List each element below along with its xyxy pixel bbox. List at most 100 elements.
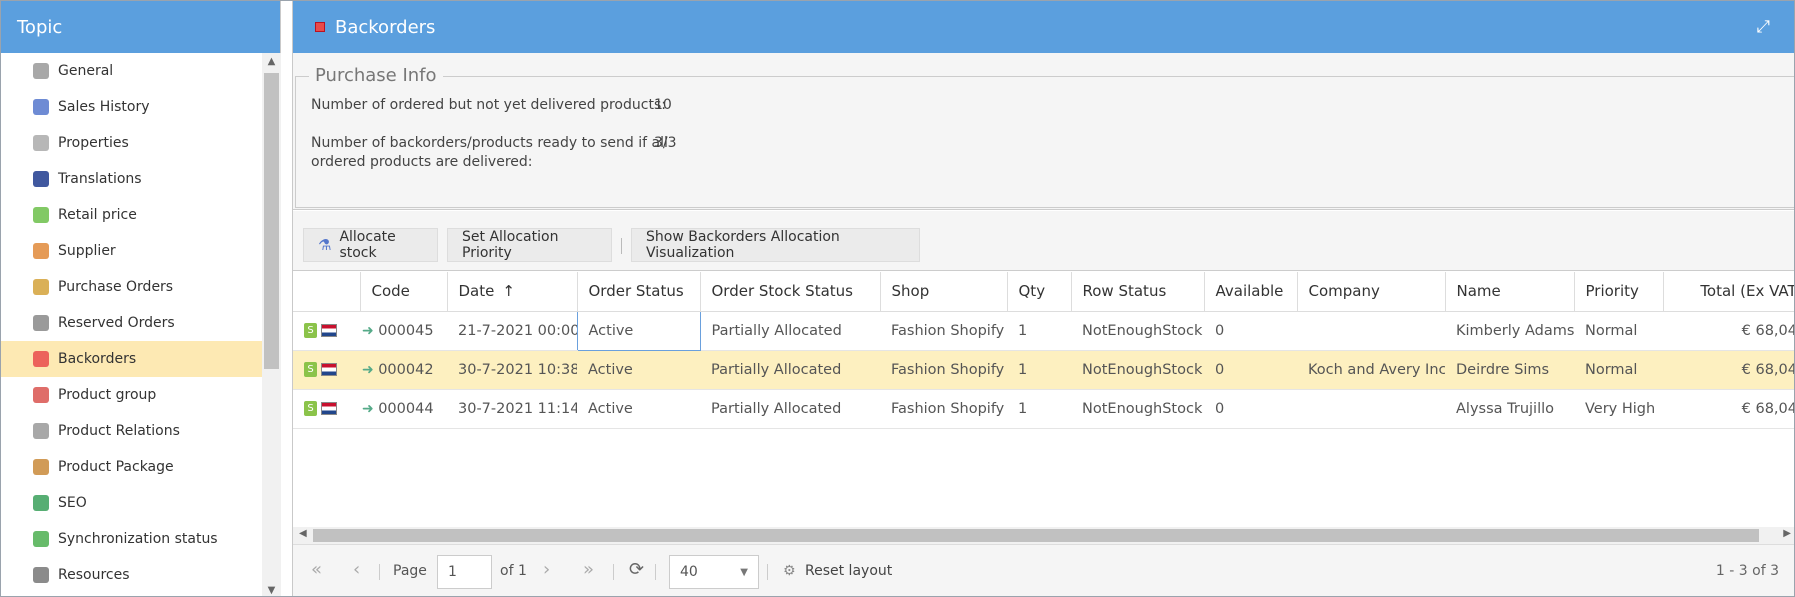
column-header[interactable]: Name	[1445, 272, 1575, 312]
topic-panel-title: Topic	[1, 1, 280, 53]
open-order-icon[interactable]: ➜	[362, 362, 378, 378]
column-header[interactable]: Order Status	[577, 272, 701, 312]
topic-item[interactable]: Translations	[1, 161, 262, 197]
topic-item[interactable]: Properties	[1, 125, 262, 161]
cell-priority[interactable]: Normal	[1574, 311, 1663, 351]
column-header[interactable]: Company	[1297, 272, 1446, 312]
column-header[interactable]: Available	[1204, 272, 1298, 312]
set-allocation-priority-button[interactable]: Set Allocation Priority	[447, 228, 612, 262]
panel-title: Backorders	[335, 16, 436, 38]
topic-scrollbar[interactable]: ▲ ▼	[262, 53, 281, 596]
show-allocation-visualization-button[interactable]: Show Backorders Allocation Visualization	[631, 228, 920, 262]
column-header[interactable]: Date ↑	[447, 272, 578, 312]
cell-qty[interactable]: 1	[1007, 350, 1071, 390]
cell-priority[interactable]: Normal	[1574, 350, 1663, 390]
cell-value: Active	[588, 400, 633, 417]
topic-item[interactable]: Product group	[1, 377, 262, 413]
cell-shop[interactable]: Fashion Shopify	[880, 311, 1007, 351]
scroll-down-icon[interactable]: ▼	[262, 582, 281, 596]
cell-company[interactable]	[1297, 311, 1445, 351]
cell-value: Alyssa Trujillo	[1456, 400, 1554, 417]
column-header[interactable]: Row Status	[1071, 272, 1205, 312]
topic-item[interactable]: Product Package	[1, 449, 262, 485]
show-allocation-visualization-label: Show Backorders Allocation Visualization	[646, 229, 840, 261]
cell-value: Normal	[1585, 322, 1638, 339]
column-header[interactable]: Code	[360, 272, 448, 312]
table-row[interactable]: S ➜ 000042 30-7-2021 10:38 Active Partially …	[293, 350, 1794, 390]
topic-item[interactable]: Backorders	[1, 341, 262, 377]
grid-horizontal-scrollbar[interactable]: ◀ ▶	[293, 527, 1794, 544]
scroll-left-icon[interactable]: ◀	[299, 528, 307, 539]
topic-item[interactable]: Synchronization status	[1, 521, 262, 557]
backorders-panel-header: Backorders ⤢	[293, 1, 1794, 53]
cell-total[interactable]: € 68,04	[1663, 311, 1794, 351]
topic-item[interactable]: Purchase Orders	[1, 269, 262, 305]
open-order-icon[interactable]: ➜	[362, 401, 378, 417]
paperclip-icon	[33, 567, 49, 583]
cell-available[interactable]: 0	[1204, 350, 1297, 390]
cell-stock-status[interactable]: Partially Allocated	[700, 350, 880, 390]
open-order-icon[interactable]: ➜	[362, 323, 378, 339]
cell-total[interactable]: € 68,04	[1663, 350, 1794, 390]
topic-item[interactable]: Supplier	[1, 233, 262, 269]
scroll-right-icon[interactable]: ▶	[1783, 528, 1791, 539]
cell-name[interactable]: Alyssa Trujillo	[1445, 389, 1574, 429]
horizontal-scrollbar-thumb[interactable]	[313, 529, 1759, 542]
page-number-input[interactable]: 1	[437, 555, 492, 589]
cell-row-status[interactable]: NotEnoughStock	[1071, 350, 1204, 390]
scroll-up-icon[interactable]: ▲	[262, 53, 281, 69]
cell-date[interactable]: 30-7-2021 10:38	[447, 350, 577, 390]
column-header[interactable]	[293, 272, 361, 312]
cell-order-status[interactable]: Active	[577, 389, 700, 429]
cell-code[interactable]: ➜ 000044	[360, 389, 447, 429]
topic-item[interactable]: Retail price	[1, 197, 262, 233]
cell-qty[interactable]: 1	[1007, 389, 1071, 429]
first-page-icon[interactable]: «	[311, 559, 322, 580]
cell-qty[interactable]: 1	[1007, 311, 1071, 351]
cell-company[interactable]: Koch and Avery Inc	[1297, 350, 1445, 390]
column-header[interactable]: Shop	[880, 272, 1008, 312]
column-header[interactable]: Qty	[1007, 272, 1072, 312]
cell-stock-status[interactable]: Partially Allocated	[700, 311, 880, 351]
cell-priority[interactable]: Very High	[1574, 389, 1663, 429]
cell-shop[interactable]: Fashion Shopify	[880, 350, 1007, 390]
money-icon	[33, 207, 49, 223]
refresh-icon[interactable]: ⟳	[629, 559, 644, 580]
topic-item[interactable]: Sales History	[1, 89, 262, 125]
cell-available[interactable]: 0	[1204, 389, 1297, 429]
cell-company[interactable]	[1297, 389, 1445, 429]
cell-date[interactable]: 21-7-2021 00:00	[447, 311, 577, 351]
prev-page-icon[interactable]: ‹	[353, 559, 360, 580]
cell-row-status[interactable]: NotEnoughStock	[1071, 389, 1204, 429]
table-row[interactable]: S ➜ 000045 21-7-2021 00:00 Active Partially …	[293, 310, 1794, 351]
table-row[interactable]: S ➜ 000044 30-7-2021 11:14 Active Partially …	[293, 389, 1794, 429]
topic-item[interactable]: Resources	[1, 557, 262, 593]
allocate-stock-button[interactable]: ⚗ Allocate stock	[303, 228, 438, 262]
cell-order-status[interactable]: Active	[577, 350, 700, 390]
column-header[interactable]: Priority	[1574, 272, 1664, 312]
cell-shop[interactable]: Fashion Shopify	[880, 389, 1007, 429]
last-page-icon[interactable]: »	[583, 559, 594, 580]
cell-row-status[interactable]: NotEnoughStock	[1071, 311, 1204, 351]
topic-item[interactable]: General	[1, 53, 262, 89]
cell-total[interactable]: € 68,04	[1663, 389, 1794, 429]
page-size-select[interactable]: 40 ▼	[669, 555, 759, 589]
reset-layout-button[interactable]: Reset layout	[805, 563, 892, 579]
cell-order-status[interactable]: Active	[576, 310, 701, 351]
cell-stock-status[interactable]: Partially Allocated	[700, 389, 880, 429]
pager-divider	[613, 564, 614, 580]
column-header[interactable]: Order Stock Status	[700, 272, 881, 312]
expand-icon[interactable]: ⤢	[1756, 17, 1770, 37]
cell-name[interactable]: Kimberly Adams	[1445, 311, 1574, 351]
topic-item[interactable]: Reserved Orders	[1, 305, 262, 341]
topic-item[interactable]: SEO	[1, 485, 262, 521]
cell-date[interactable]: 30-7-2021 11:14	[447, 389, 577, 429]
next-page-icon[interactable]: ›	[543, 559, 550, 580]
topic-item[interactable]: Product Relations	[1, 413, 262, 449]
column-header[interactable]: Total (Ex VAT)	[1663, 272, 1794, 312]
cell-name[interactable]: Deirdre Sims	[1445, 350, 1574, 390]
topic-scrollbar-thumb[interactable]	[264, 73, 279, 369]
cell-available[interactable]: 0	[1204, 311, 1297, 351]
cell-code[interactable]: ➜ 000045	[360, 311, 447, 351]
cell-code[interactable]: ➜ 000042	[360, 350, 447, 390]
